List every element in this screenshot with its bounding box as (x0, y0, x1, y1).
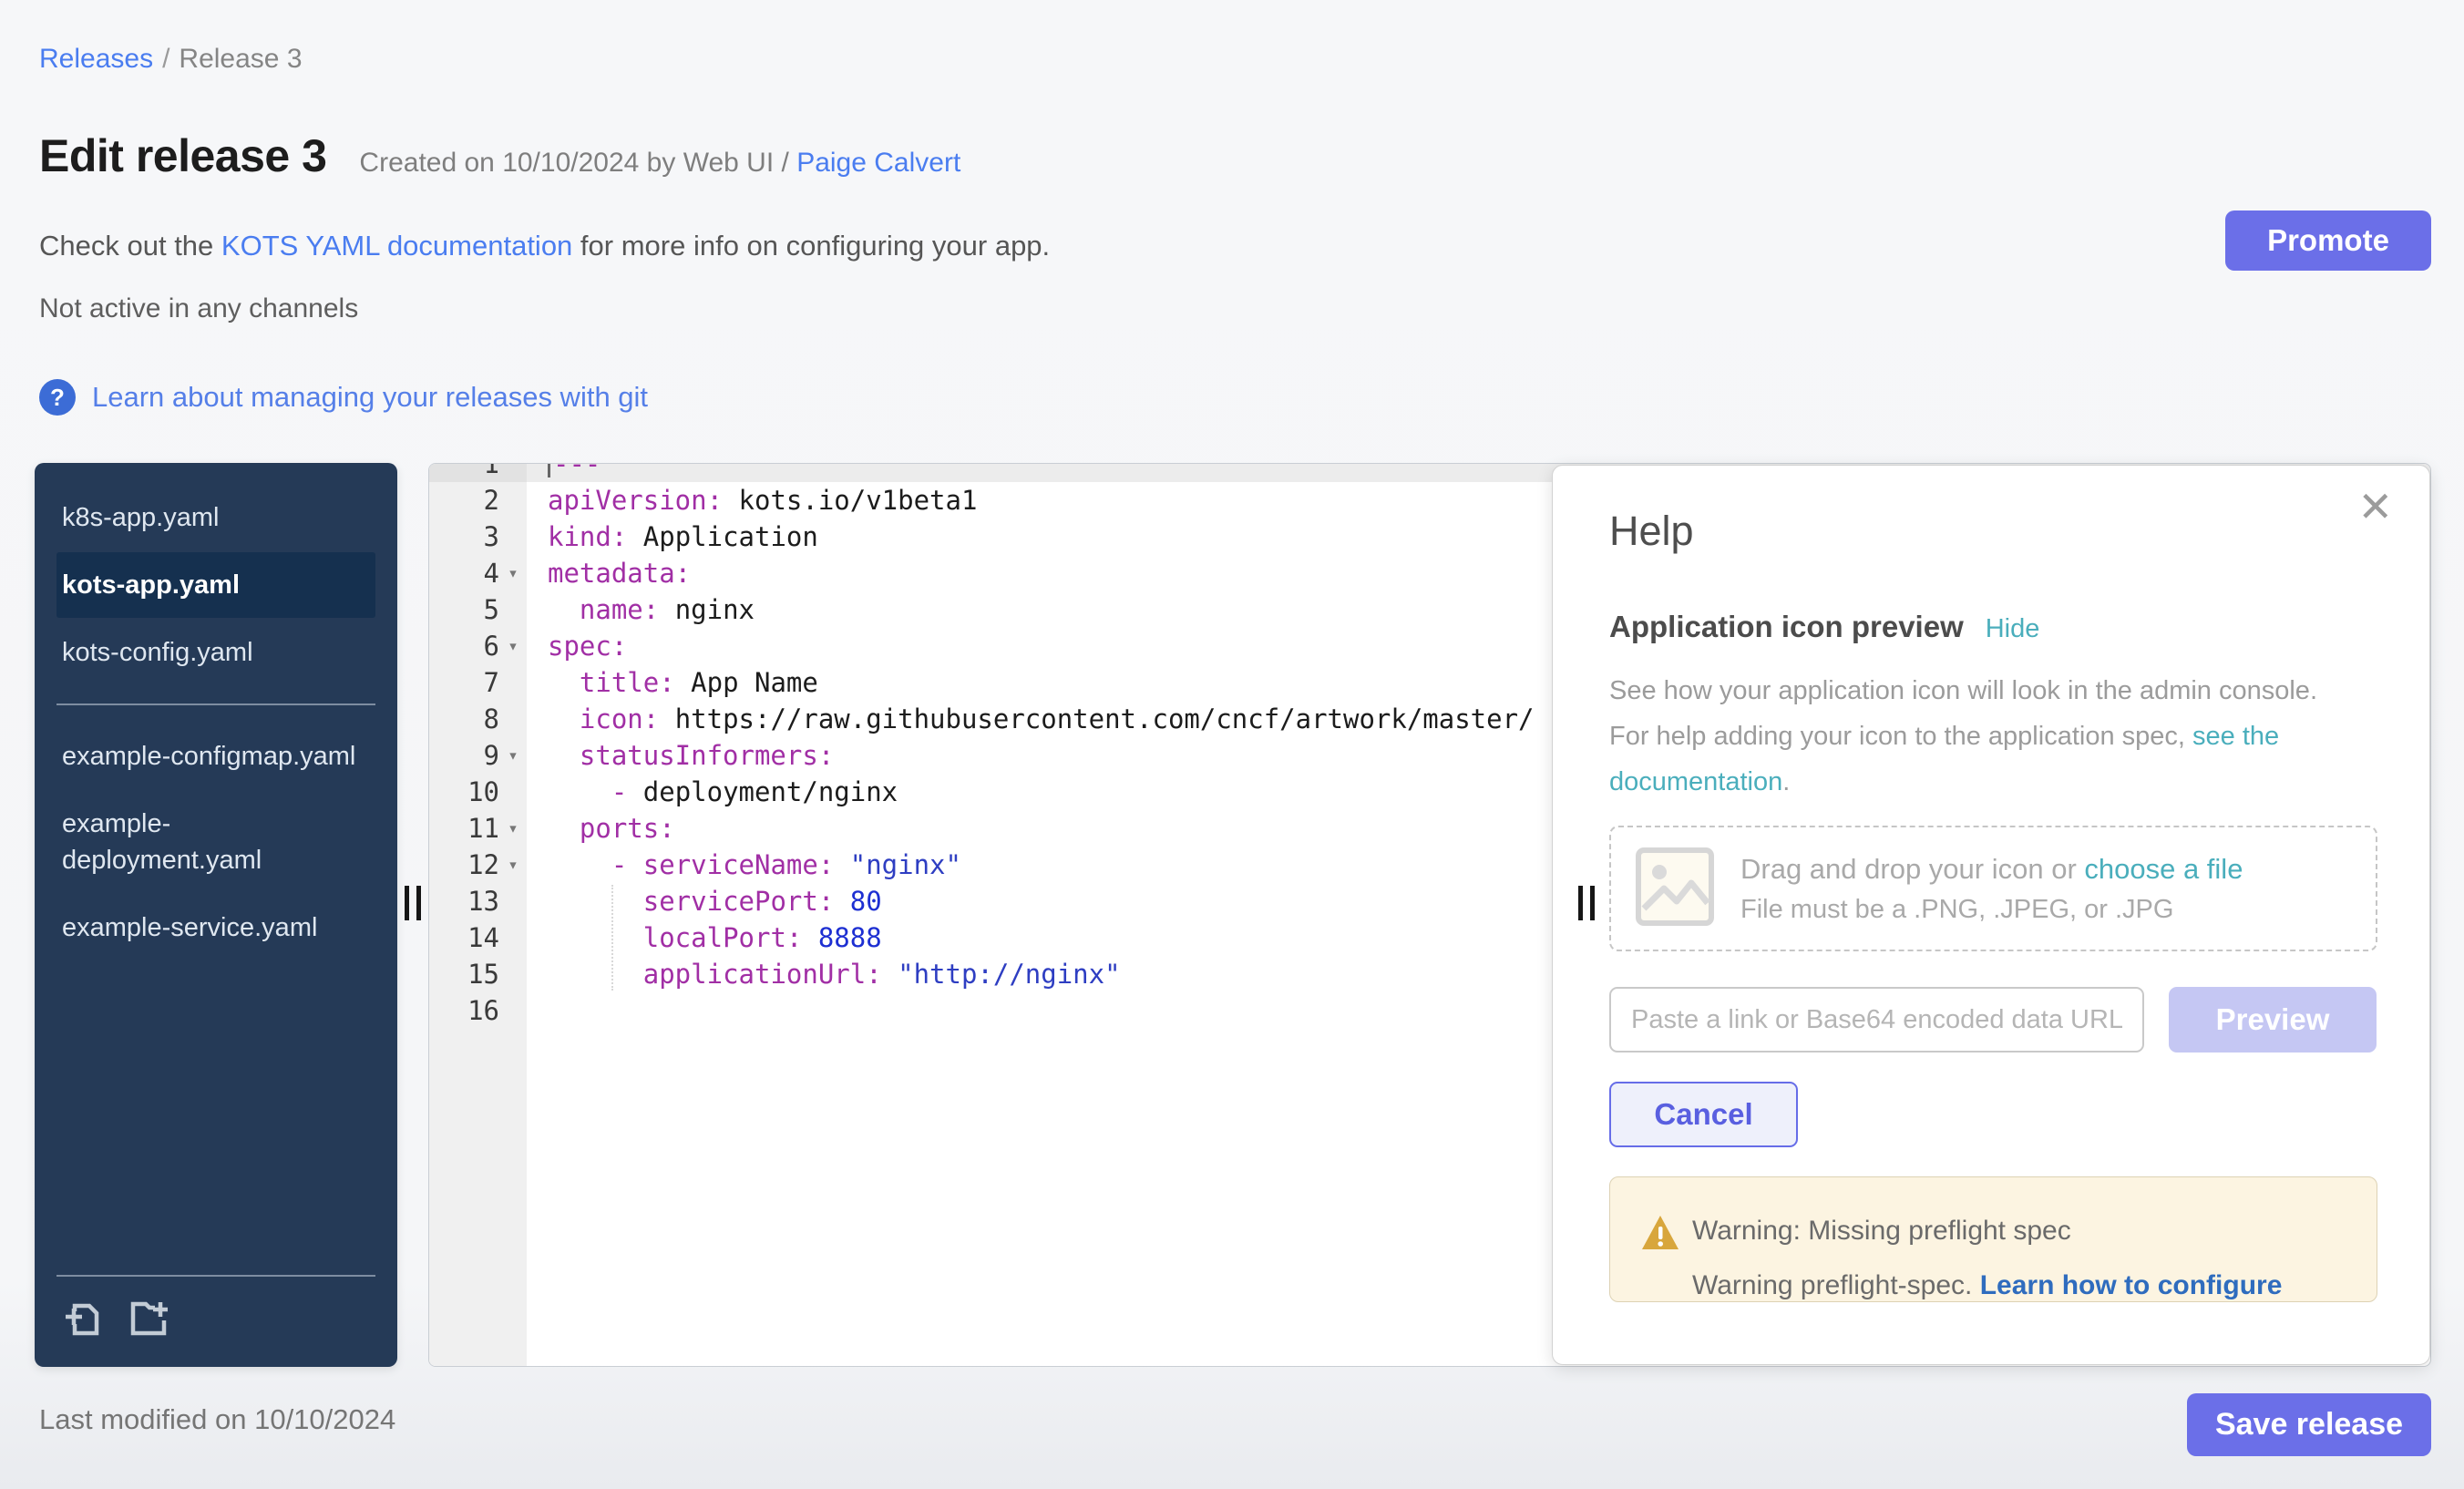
cancel-button[interactable]: Cancel (1609, 1082, 1798, 1147)
git-help-link[interactable]: Learn about managing your releases with … (92, 381, 648, 414)
line-number: 7 (429, 664, 527, 701)
code-text: servicePort: 80 (527, 883, 882, 919)
line-number: 15 (429, 956, 527, 992)
close-icon[interactable]: ✕ (2357, 486, 2393, 528)
dropzone-text: Drag and drop your icon or choose a file… (1740, 853, 2243, 925)
line-number: 8 (429, 701, 527, 737)
code-text: ports: (527, 810, 675, 847)
line-number: 5 (429, 591, 527, 628)
code-text: icon: https://raw.githubusercontent.com/… (527, 701, 1535, 737)
line-number: 13 (429, 883, 527, 919)
line-number: 4▾ (429, 555, 527, 591)
filetree-resize-handle[interactable] (405, 886, 421, 920)
help-panel-resize-handle[interactable] (1578, 886, 1595, 920)
add-file-icon[interactable] (62, 1297, 104, 1343)
line-number: 9▾ (429, 737, 527, 774)
fold-arrow-icon[interactable]: ▾ (499, 628, 527, 664)
code-text: statusInformers: (527, 737, 834, 774)
description-period: . (1782, 767, 1790, 796)
file-tree-item-example-deployment-yaml[interactable]: example-deployment.yaml (56, 791, 375, 893)
git-help-row: ? Learn about managing your releases wit… (39, 379, 648, 416)
help-panel: ✕ Help Application icon preview Hide See… (1552, 465, 2430, 1365)
code-text: --- (527, 463, 601, 482)
line-number: 2 (429, 482, 527, 519)
breadcrumb: Releases / Release 3 (39, 44, 303, 75)
code-text: - serviceName: "nginx" (527, 847, 961, 883)
doc-text-pre: Check out the (39, 230, 221, 262)
doc-text-post: for more info on configuring your app. (572, 230, 1050, 262)
breadcrumb-releases-link[interactable]: Releases (39, 44, 153, 74)
file-tree-sidebar: k8s-app.yamlkots-app.yamlkots-config.yam… (35, 463, 397, 1367)
created-by-link[interactable]: Paige Calvert (796, 148, 960, 178)
code-text: kind: Application (527, 519, 818, 555)
file-tree-item-example-configmap-yaml[interactable]: example-configmap.yaml (56, 724, 375, 789)
line-number: 14 (429, 919, 527, 956)
code-text: apiVersion: kots.io/v1beta1 (527, 482, 977, 519)
warning-detail: Warning preflight-spec. Learn how to con… (1692, 1270, 2282, 1301)
code-text: metadata: (527, 555, 691, 591)
icon-preview-section-header: Application icon preview Hide (1609, 610, 2039, 644)
line-number: 11▾ (429, 810, 527, 847)
line-number: 12▾ (429, 847, 527, 883)
file-tree-divider (56, 703, 375, 705)
warning-detail-text: Warning preflight-spec. (1692, 1270, 1980, 1300)
fold-arrow-icon[interactable]: ▾ (499, 847, 527, 883)
line-number: 6▾ (429, 628, 527, 664)
dropzone-file-requirements: File must be a .PNG, .JPEG, or .JPG (1740, 895, 2243, 925)
code-text: title: App Name (527, 664, 818, 701)
line-number: 1 (429, 463, 527, 482)
file-tree-item-example-service-yaml[interactable]: example-service.yaml (56, 895, 375, 960)
breadcrumb-separator: / (162, 44, 169, 74)
image-placeholder-icon (1635, 847, 1715, 931)
line-number: 16 (429, 992, 527, 1029)
code-text: applicationUrl: "http://nginx" (527, 956, 1121, 992)
fold-arrow-icon[interactable]: ▾ (499, 810, 527, 847)
warning-triangle-icon (1640, 1214, 1680, 1257)
file-tree-item-k8s-app-yaml[interactable]: k8s-app.yaml (56, 485, 375, 550)
kots-yaml-doc-link[interactable]: KOTS YAML documentation (221, 230, 572, 262)
preflight-warning-box: Warning: Missing preflight spec Warning … (1609, 1176, 2377, 1302)
line-number: 10 (429, 774, 527, 810)
indent-guide (611, 885, 613, 991)
question-mark-icon: ? (39, 379, 76, 416)
preview-button[interactable]: Preview (2169, 987, 2377, 1053)
promote-button[interactable]: Promote (2225, 211, 2431, 271)
code-text: name: nginx (527, 591, 755, 628)
page-title: Edit release 3 (39, 129, 326, 182)
code-text: spec: (527, 628, 627, 664)
fold-arrow-icon[interactable]: ▾ (499, 737, 527, 774)
breadcrumb-current: Release 3 (179, 44, 302, 74)
file-tree-item-kots-config-yaml[interactable]: kots-config.yaml (56, 620, 375, 685)
warning-title: Warning: Missing preflight spec (1692, 1216, 2071, 1247)
code-text: localPort: 8888 (527, 919, 882, 956)
code-text: - deployment/nginx (527, 774, 898, 810)
edit-release-page: Releases / Release 3 Edit release 3 Create… (0, 0, 2464, 1489)
code-text (527, 992, 548, 1029)
icon-dropzone[interactable]: Drag and drop your icon or choose a file… (1609, 826, 2377, 951)
add-folder-icon[interactable] (128, 1297, 169, 1343)
choose-a-file-link[interactable]: choose a file (2084, 853, 2243, 885)
learn-how-to-configure-link[interactable]: Learn how to configure (1980, 1270, 2283, 1300)
icon-preview-description: See how your application icon will look … (1609, 668, 2320, 805)
created-text: Created on 10/10/2024 by Web UI / (359, 148, 796, 178)
line-number: 3 (429, 519, 527, 555)
save-release-button[interactable]: Save release (2187, 1393, 2431, 1456)
created-info: Created on 10/10/2024 by Web UI / Paige … (359, 148, 960, 179)
text-cursor (548, 463, 550, 478)
dropzone-text-pre: Drag and drop your icon or (1740, 853, 2084, 885)
doc-row: Check out the KOTS YAML documentation fo… (39, 230, 1050, 262)
file-tree-item-kots-app-yaml[interactable]: kots-app.yaml (56, 552, 375, 618)
icon-url-input[interactable] (1609, 987, 2144, 1053)
title-row: Edit release 3 Created on 10/10/2024 by … (39, 129, 960, 182)
channel-status: Not active in any channels (39, 293, 358, 324)
help-panel-title: Help (1609, 508, 1694, 555)
icon-preview-title: Application icon preview (1609, 610, 1964, 644)
fold-arrow-icon[interactable]: ▾ (499, 555, 527, 591)
file-tree-footer (56, 1275, 375, 1347)
hide-link[interactable]: Hide (1986, 614, 2040, 644)
last-modified-text: Last modified on 10/10/2024 (39, 1403, 395, 1436)
file-tree-items: k8s-app.yamlkots-app.yamlkots-config.yam… (35, 485, 397, 960)
file-tree-footer-divider (56, 1275, 375, 1277)
